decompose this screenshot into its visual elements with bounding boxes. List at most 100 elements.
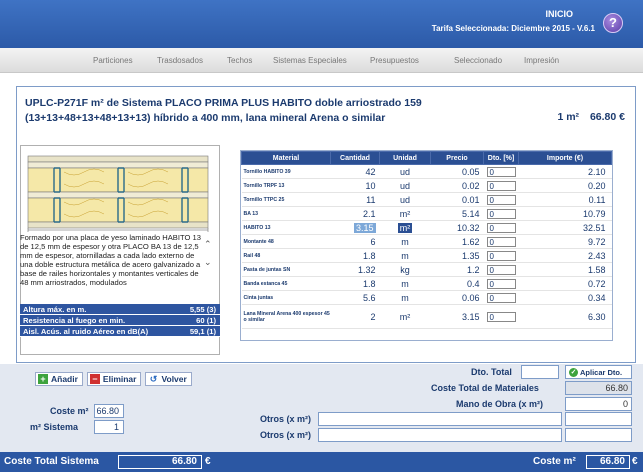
cantidad-cell[interactable]: 10	[330, 178, 380, 193]
col-importe: Importe (€)	[518, 151, 612, 165]
precio-cell: 0.06	[430, 290, 484, 305]
precio-cell: 1.2	[430, 262, 484, 277]
otros-1-value-field[interactable]	[565, 412, 632, 426]
cantidad-cell[interactable]: 42	[330, 164, 380, 179]
importe-cell: 2.10	[518, 164, 612, 179]
dto-input[interactable]: 0	[486, 208, 516, 219]
menu-trasdosados[interactable]: Trasdosados	[157, 56, 203, 65]
dto-input[interactable]: 0	[486, 250, 516, 261]
prop-value: 60 (1)	[196, 316, 216, 325]
col-unidad: Unidad	[379, 151, 431, 165]
coste-total-materiales-field: 66.80	[565, 381, 632, 395]
table-row: Tornillo HABITO 39 42 ud 0.05 0 2.10	[241, 164, 612, 179]
unidad-cell: m²	[379, 304, 431, 329]
otros-2-value-field[interactable]	[565, 428, 632, 442]
dto-input[interactable]: 0	[486, 292, 516, 303]
prop-label: Aisl. Acús. al ruido Aéreo en dB(A)	[23, 327, 149, 336]
precio-cell: 3.15	[430, 304, 484, 329]
coste-m2-field[interactable]: 66.80	[94, 404, 124, 418]
cantidad-cell[interactable]: 1.8	[330, 276, 380, 291]
mano-obra-label: Mano de Obra (x m²)	[456, 399, 544, 409]
delete-button[interactable]: − Eliminar	[86, 372, 142, 386]
help-icon[interactable]: ?	[603, 13, 623, 33]
description-scrollbar[interactable]: ⌃ ⌄	[204, 235, 212, 271]
dto-input[interactable]: 0	[486, 180, 516, 191]
menu-seleccionado[interactable]: Seleccionado	[454, 56, 502, 65]
dto-total-field[interactable]	[521, 365, 559, 379]
back-button[interactable]: ↺ Volver	[145, 372, 192, 386]
otros-1-description-field[interactable]	[318, 412, 562, 426]
dto-input[interactable]: 0	[486, 194, 516, 205]
prop-value: 5,55 (3)	[189, 305, 216, 314]
menu-impresion[interactable]: Impresión	[524, 56, 559, 65]
col-dto: Dto. [%]	[483, 151, 519, 165]
cantidad-cell[interactable]: 2.1	[330, 206, 380, 221]
dto-input[interactable]: 0	[486, 264, 516, 275]
dto-input[interactable]: 0	[486, 311, 516, 322]
menu-presupuestos[interactable]: Presupuestos	[370, 56, 419, 65]
unidad-cell: m²	[397, 222, 413, 233]
table-row: BA 13 2.1 m² 5.14 0 10.79	[241, 206, 612, 221]
unidad-cell: m	[379, 290, 431, 305]
mano-obra-field[interactable]: 0	[565, 397, 632, 411]
cantidad-cell[interactable]: 3.15	[353, 222, 376, 233]
unit-price-value: 66.80 €	[589, 111, 625, 123]
apply-discount-button[interactable]: ✓ Aplicar Dto.	[565, 365, 632, 379]
table-row: Rail 48 1.8 m 1.35 0 2.43	[241, 248, 612, 263]
action-buttons: + Añadir − Eliminar ↺ Volver	[35, 372, 192, 386]
col-cantidad: Cantidad	[330, 151, 380, 165]
precio-cell: 10.32	[430, 220, 484, 235]
menu-techos[interactable]: Techos	[227, 56, 252, 65]
scroll-up-icon[interactable]: ⌃	[204, 235, 212, 253]
dto-input[interactable]: 0	[486, 222, 516, 233]
cantidad-cell[interactable]: 1.32	[330, 262, 380, 277]
importe-cell: 0.20	[518, 178, 612, 193]
footer-total-bar: Coste Total Sistema 66.80 € Coste m² 66.…	[0, 452, 643, 472]
back-label: Volver	[161, 374, 187, 384]
otros-2-label: Otros (x m²)	[260, 430, 312, 440]
unidad-cell: ud	[379, 164, 431, 179]
home-link[interactable]: INICIO	[545, 9, 573, 19]
precio-cell: 1.35	[430, 248, 484, 263]
cantidad-cell[interactable]: 11	[330, 192, 380, 207]
system-title: UPLC-P271F m² de Sistema PLACO PRIMA PLU…	[25, 97, 422, 124]
material-cell: Lana Mineral Arena 400 espesor 45 o simi…	[241, 304, 331, 329]
menu-sistemas-especiales[interactable]: Sistemas Especiales	[273, 56, 347, 65]
unidad-cell: m	[379, 248, 431, 263]
m2-sistema-field[interactable]: 1	[94, 420, 124, 434]
system-properties: Altura máx. en m. 5,55 (3) Resistencia a…	[20, 304, 220, 337]
dto-input[interactable]: 0	[486, 166, 516, 177]
material-cell: Tornillo TRPF 13	[241, 178, 331, 193]
coste-total-sistema-value: 66.80	[118, 455, 202, 469]
cantidad-cell[interactable]: 2	[330, 304, 380, 329]
scroll-down-icon[interactable]: ⌄	[204, 253, 212, 271]
delete-label: Eliminar	[102, 374, 137, 384]
back-icon: ↺	[149, 374, 158, 384]
unit-price: 1 m² 66.80 €	[549, 111, 625, 123]
unit-label: 1 m²	[557, 111, 580, 123]
table-row: Montante 48 6 m 1.62 0 9.72	[241, 234, 612, 249]
importe-cell: 9.72	[518, 234, 612, 249]
cantidad-cell[interactable]: 5.6	[330, 290, 380, 305]
menu-particiones[interactable]: Particiones	[93, 56, 133, 65]
table-row: Pasta de juntas SN 1.32 kg 1.2 0 1.58	[241, 262, 612, 277]
dto-input[interactable]: 0	[486, 236, 516, 247]
prop-label: Altura máx. en m.	[23, 305, 87, 314]
importe-cell: 32.51	[518, 220, 612, 235]
unidad-cell: ud	[379, 178, 431, 193]
wall-section-drawing	[27, 155, 209, 232]
euro-sign-2: €	[632, 456, 638, 467]
add-label: Añadir	[51, 374, 78, 384]
add-button[interactable]: + Añadir	[35, 372, 83, 386]
footer-coste-m2-value: 66.80	[586, 455, 630, 469]
importe-cell: 6.30	[518, 304, 612, 329]
coste-total-sistema-label: Coste Total Sistema	[4, 456, 99, 467]
cantidad-cell[interactable]: 6	[330, 234, 380, 249]
importe-cell: 2.43	[518, 248, 612, 263]
otros-2-description-field[interactable]	[318, 428, 562, 442]
dto-input[interactable]: 0	[486, 278, 516, 289]
otros-1-label: Otros (x m²)	[260, 414, 312, 424]
check-icon: ✓	[569, 367, 578, 377]
unidad-cell: m²	[379, 206, 431, 221]
cantidad-cell[interactable]: 1.8	[330, 248, 380, 263]
